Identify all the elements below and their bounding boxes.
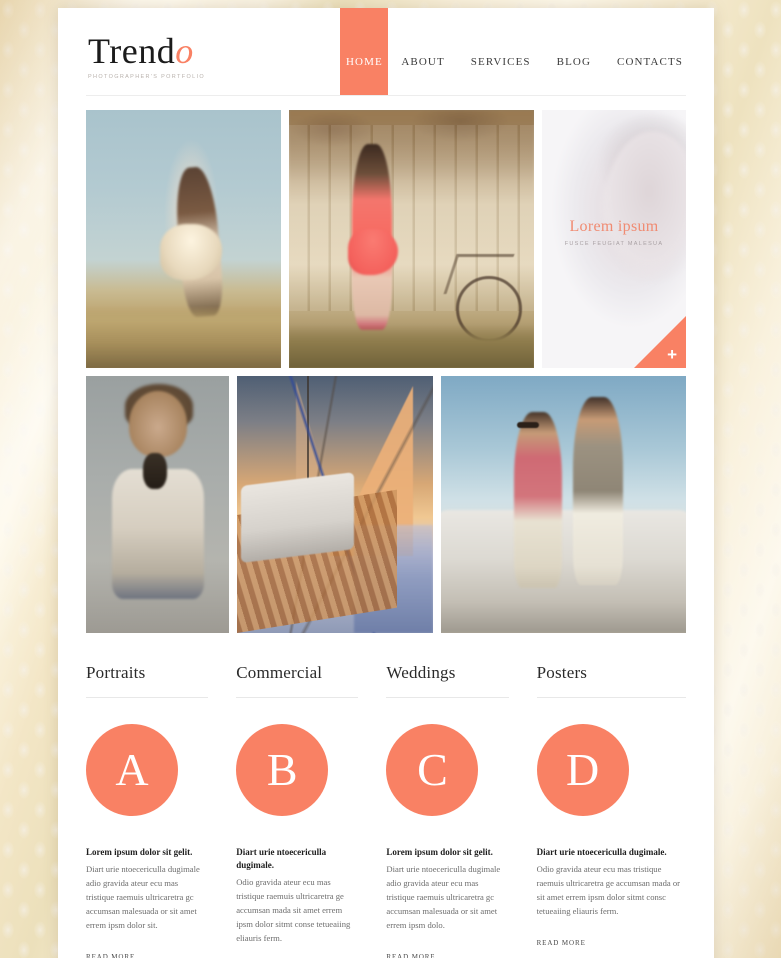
category-badge-d[interactable]: D (536, 724, 629, 816)
site-header: Trendo PHOTOGRAPHER'S PORTFOLIO HOME ABO… (58, 8, 714, 96)
gallery-item-two-men-car[interactable] (440, 376, 686, 633)
nav-item-contacts[interactable]: CONTACTS (604, 8, 696, 96)
category-lead: Diart urie ntoecericulla dugimale. (236, 847, 327, 871)
dress-shape (347, 228, 398, 275)
category-column-commercial: Commercial B Diart urie ntoecericulla du… (236, 663, 386, 958)
header-divider (86, 95, 686, 96)
caption-title: Lorem ipsum (569, 218, 659, 236)
corner-triangle (634, 316, 686, 368)
badge-letter: C (417, 744, 448, 795)
cabin-shape (240, 471, 355, 563)
nav-item-blog[interactable]: BLOG (544, 8, 604, 96)
category-divider (536, 697, 686, 698)
gallery-item-woman-field[interactable] (86, 110, 281, 368)
plus-icon: + (667, 345, 677, 364)
category-title: Commercial (236, 663, 323, 682)
read-more-link[interactable]: READ MORE (537, 939, 586, 947)
category-column-posters: Posters D Diart urie ntoecericulla dugim… (536, 663, 686, 958)
photo-gallery: Lorem ipsum FUSCE FEUGIAT MALESUA + (58, 96, 714, 633)
ground-shape (288, 324, 534, 368)
category-badge-b[interactable]: B (236, 724, 329, 816)
category-lead: Diart urie ntoecericulla dugimale. (536, 847, 667, 857)
category-title: Weddings (386, 663, 456, 682)
category-badge-c[interactable]: C (386, 724, 479, 816)
badge-letter: B (266, 744, 298, 795)
nav-item-home[interactable]: HOME (340, 8, 389, 96)
left-figure-shape (514, 411, 563, 588)
category-body: Diart urie ntoecericulla dugimale adio g… (386, 864, 501, 930)
category-body: Diart urie ntoecericulla dugimale adio g… (86, 864, 200, 930)
expand-button[interactable]: + (634, 316, 686, 368)
caption-subtitle: FUSCE FEUGIAT MALESUA (564, 241, 664, 248)
glove-shape (143, 453, 168, 490)
page-container: Trendo PHOTOGRAPHER'S PORTFOLIO HOME ABO… (58, 8, 714, 958)
caption-overlay: Lorem ipsum FUSCE FEUGIAT MALESUA (542, 218, 686, 247)
gallery-row-1: Lorem ipsum FUSCE FEUGIAT MALESUA + (86, 110, 686, 368)
category-title: Posters (536, 663, 588, 682)
category-body: Odio gravida ateur ecu mas tristique rae… (536, 864, 681, 916)
logo-tagline: PHOTOGRAPHER'S PORTFOLIO (88, 74, 205, 80)
category-column-weddings: Weddings C Lorem ipsum dolor sit gelit. … (386, 663, 536, 958)
main-navigation: HOME ABOUT SERVICES BLOG CONTACTS (340, 8, 696, 96)
logo-text-accent: o (175, 31, 194, 71)
nav-item-services[interactable]: SERVICES (458, 8, 544, 96)
category-divider (86, 697, 209, 698)
logo-wordmark: Trendo (88, 33, 205, 69)
car-shape (440, 509, 686, 633)
category-divider (386, 697, 509, 698)
gallery-item-portrait-caption[interactable]: Lorem ipsum FUSCE FEUGIAT MALESUA + (541, 110, 686, 368)
category-column-portraits: Portraits A Lorem ipsum dolor sit gelit.… (86, 663, 236, 958)
gallery-item-man-camera[interactable] (86, 376, 230, 633)
category-lead: Lorem ipsum dolor sit gelit. (86, 847, 193, 857)
category-divider (236, 697, 359, 698)
category-body: Odio gravida ateur ecu mas tristique rae… (236, 877, 351, 943)
face-shape (605, 130, 686, 281)
gallery-row-2 (86, 376, 686, 633)
grass-shape (86, 306, 281, 368)
right-figure-shape (573, 396, 624, 585)
nav-item-about[interactable]: ABOUT (388, 8, 457, 96)
site-logo[interactable]: Trendo PHOTOGRAPHER'S PORTFOLIO (88, 33, 205, 80)
category-badge-a[interactable]: A (86, 724, 178, 816)
logo-text-main: Trend (88, 31, 176, 71)
read-more-link[interactable]: READ MORE (86, 953, 135, 958)
gallery-item-sailboat[interactable] (237, 376, 433, 633)
category-title: Portraits (86, 663, 146, 682)
gallery-item-woman-bicycle[interactable] (288, 110, 534, 368)
head-shape (128, 391, 187, 458)
sunglasses-shape (516, 422, 539, 429)
category-lead: Lorem ipsum dolor sit gelit. (386, 847, 493, 857)
category-columns: Portraits A Lorem ipsum dolor sit gelit.… (58, 641, 714, 958)
read-more-link[interactable]: READ MORE (386, 953, 435, 958)
badge-letter: D (565, 744, 600, 795)
badge-letter: A (115, 744, 149, 795)
